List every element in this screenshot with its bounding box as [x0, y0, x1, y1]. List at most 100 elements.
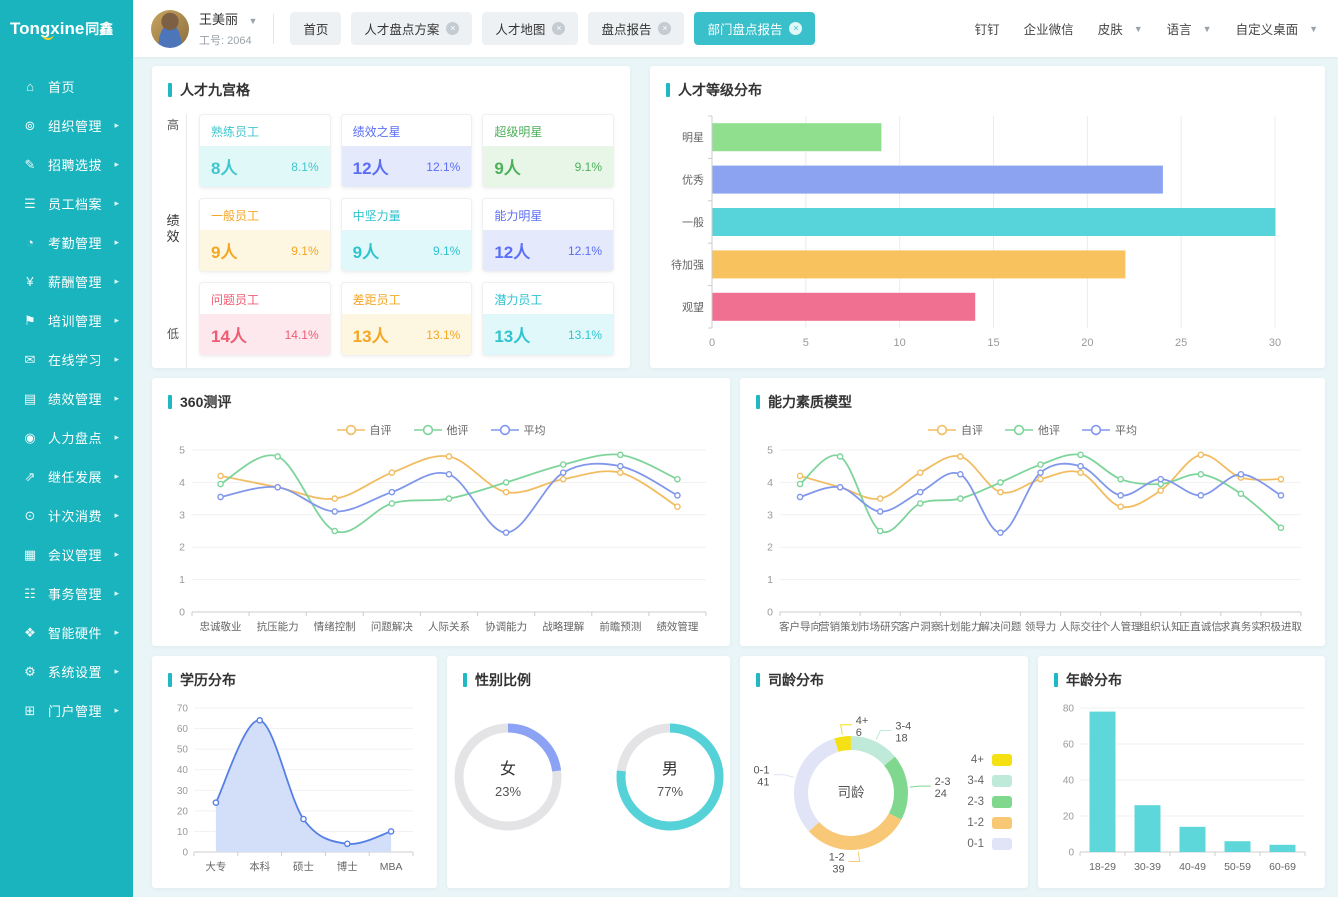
header-link-钉钉[interactable]: 钉钉 — [975, 19, 1000, 38]
cell-body: 14人14.1% — [200, 314, 330, 355]
nine-grid-cell-超级明星[interactable]: 超级明星9人9.1% — [482, 114, 614, 188]
svg-text:客户导向: 客户导向 — [779, 620, 821, 633]
tab-部门盘点报告[interactable]: 部门盘点报告 × — [694, 12, 815, 45]
header-link-企业微信[interactable]: 企业微信 — [1024, 19, 1074, 38]
tenure-legend-item-2-3[interactable]: 2-3 — [967, 796, 1012, 808]
sidebar-item-label: 绩效管理 — [48, 389, 114, 408]
sidebar-item-attendance[interactable]: ◔考勤管理▸ — [0, 223, 133, 262]
eval360-svg: 012345忠诚敬业抗压能力情绪控制问题解决人际关系协调能力战略理解前瞻预测绩效… — [164, 442, 718, 638]
tab-首页[interactable]: 首页 — [290, 12, 341, 45]
sidebar-item-performance[interactable]: ▤绩效管理▸ — [0, 379, 133, 418]
chevron-right-icon: ▸ — [114, 237, 119, 248]
close-icon[interactable]: × — [658, 22, 671, 35]
legend-item-他评[interactable]: 他评 — [1005, 422, 1060, 438]
chevron-right-icon: ▸ — [114, 198, 119, 209]
y-axis-name: 绩效 — [166, 213, 179, 246]
svg-text:观望: 观望 — [682, 301, 704, 314]
legend-item-他评[interactable]: 他评 — [414, 422, 469, 438]
svg-text:1: 1 — [179, 574, 185, 586]
legend-label: 平均 — [524, 422, 546, 438]
sidebar-item-portal[interactable]: ⊞门户管理▸ — [0, 691, 133, 730]
nine-grid-cell-潜力员工[interactable]: 潜力员工13人13.1% — [482, 282, 614, 356]
brand-logo[interactable]: Tongxine同鑫 — [0, 0, 133, 57]
close-icon[interactable]: × — [552, 22, 565, 35]
tab-label: 部门盘点报告 — [707, 19, 782, 38]
header-link-label: 皮肤 — [1098, 19, 1123, 38]
user-menu[interactable]: 王美丽 ▼ 工号: 2064 — [199, 9, 257, 48]
sidebar-item-metered-consume[interactable]: ⊙计次消费▸ — [0, 496, 133, 535]
tenure-legend-item-3-4[interactable]: 3-4 — [967, 775, 1012, 787]
header-link-语言[interactable]: 语言▼ — [1167, 19, 1212, 38]
panel-title: 学历分布 — [180, 670, 236, 690]
tenure-legend-item-1-2[interactable]: 1-2 — [967, 817, 1012, 829]
nine-grid-cell-差距员工[interactable]: 差距员工13人13.1% — [341, 282, 473, 356]
svg-text:60: 60 — [1063, 740, 1075, 751]
smart-hardware-icon: ❖ — [20, 625, 40, 641]
header-link-皮肤[interactable]: 皮肤▼ — [1098, 19, 1143, 38]
tab-label: 首页 — [303, 19, 328, 38]
legend-item-平均[interactable]: 平均 — [1082, 422, 1137, 438]
cell-count: 9人 — [494, 154, 520, 179]
attendance-icon: ◔ — [20, 235, 40, 250]
user-avatar[interactable] — [151, 10, 189, 48]
sidebar-item-employee-files[interactable]: ☰员工档案▸ — [0, 184, 133, 223]
nine-grid-cell-绩效之星[interactable]: 绩效之星12人12.1% — [341, 114, 473, 188]
tenure-legend-label: 0-1 — [967, 838, 984, 850]
education-chart: 010203040506070大专本科硕士博士MBA — [152, 696, 437, 883]
legend-item-平均[interactable]: 平均 — [491, 422, 546, 438]
legend-item-自评[interactable]: 自评 — [337, 422, 392, 438]
y-axis-low-label: 低 — [167, 325, 179, 342]
sidebar-item-recruitment[interactable]: ✎招聘选拔▸ — [0, 145, 133, 184]
tenure-legend-item-0-1[interactable]: 0-1 — [967, 838, 1012, 850]
dashboard-content: 人才九宫格 高 绩效 低 熟练员工8人8.1%绩效之星12人12.1%超级明星9… — [133, 57, 1338, 897]
svg-text:0: 0 — [709, 337, 715, 349]
sidebar-item-org-management[interactable]: ⊚组织管理▸ — [0, 106, 133, 145]
chevron-right-icon: ▸ — [114, 354, 119, 365]
tenure-legend-item-4+[interactable]: 4+ — [967, 754, 1012, 766]
svg-text:4: 4 — [767, 477, 773, 489]
nine-grid-cell-能力明星[interactable]: 能力明星12人12.1% — [482, 198, 614, 272]
tenure-slice-0-1 — [801, 745, 836, 826]
nine-grid-cell-熟练员工[interactable]: 熟练员工8人8.1% — [199, 114, 331, 188]
org-management-icon: ⊚ — [20, 118, 40, 134]
sidebar-item-home[interactable]: ⌂首页 — [0, 67, 133, 106]
system-settings-icon: ⚙ — [20, 664, 40, 680]
tenure-legend-swatch — [992, 838, 1012, 850]
sidebar-item-affairs[interactable]: ☷事务管理▸ — [0, 574, 133, 613]
svg-text:2: 2 — [179, 542, 185, 554]
affairs-icon: ☷ — [20, 586, 40, 602]
sidebar-item-training[interactable]: ⚑培训管理▸ — [0, 301, 133, 340]
nine-grid-cell-一般员工[interactable]: 一般员工9人9.1% — [199, 198, 331, 272]
sidebar-item-succession[interactable]: ⇗继任发展▸ — [0, 457, 133, 496]
age-svg: 02040608018-2930-3940-4950-5960-69 — [1050, 698, 1313, 878]
nine-grid-cell-问题员工[interactable]: 问题员工14人14.1% — [199, 282, 331, 356]
svg-text:协调能力: 协调能力 — [485, 620, 527, 633]
svg-text:司龄: 司龄 — [838, 785, 866, 800]
chevron-right-icon: ▸ — [114, 276, 119, 287]
sidebar-item-smart-hardware[interactable]: ❖智能硬件▸ — [0, 613, 133, 652]
sidebar: Tongxine同鑫 ⌂首页 ⊚ 组织管理 ▸ ✎招聘选拔▸☰员工档案▸◔考勤管理▸¥薪… — [0, 0, 133, 897]
nine-grid-cells: 熟练员工8人8.1%绩效之星12人12.1%超级明星9人9.1% 一般员工9人9.… — [186, 114, 614, 368]
sidebar-item-meeting[interactable]: ▦会议管理▸ — [0, 535, 133, 574]
cell-body: 13人13.1% — [483, 314, 613, 355]
panel-gender: 性别比例 女23%男77% — [447, 656, 730, 888]
title-bar-icon — [463, 673, 467, 687]
legend-item-自评[interactable]: 自评 — [928, 422, 983, 438]
talent-level-chart: 051015202530明星优秀一般待加强观望 — [650, 106, 1325, 363]
sidebar-item-label: 组织管理 — [48, 116, 114, 135]
tab-人才地图[interactable]: 人才地图× — [482, 12, 578, 45]
svg-text:人际交往: 人际交往 — [1060, 620, 1102, 633]
sidebar-item-online-learning[interactable]: ✉在线学习▸ — [0, 340, 133, 379]
title-bar-icon — [168, 395, 172, 409]
close-icon[interactable]: × — [789, 22, 802, 35]
header-link-自定义桌面[interactable]: 自定义桌面▼ — [1236, 19, 1318, 38]
svg-text:30: 30 — [177, 786, 189, 797]
title-bar-icon — [756, 673, 760, 687]
sidebar-item-talent-review[interactable]: ◉人力盘点▸ — [0, 418, 133, 457]
close-icon[interactable]: × — [446, 22, 459, 35]
tab-人才盘点方案[interactable]: 人才盘点方案× — [351, 12, 472, 45]
nine-grid-cell-中坚力量[interactable]: 中坚力量9人9.1% — [341, 198, 473, 272]
tab-盘点报告[interactable]: 盘点报告× — [588, 12, 684, 45]
sidebar-item-system-settings[interactable]: ⚙系统设置▸ — [0, 652, 133, 691]
sidebar-item-salary[interactable]: ¥薪酬管理▸ — [0, 262, 133, 301]
